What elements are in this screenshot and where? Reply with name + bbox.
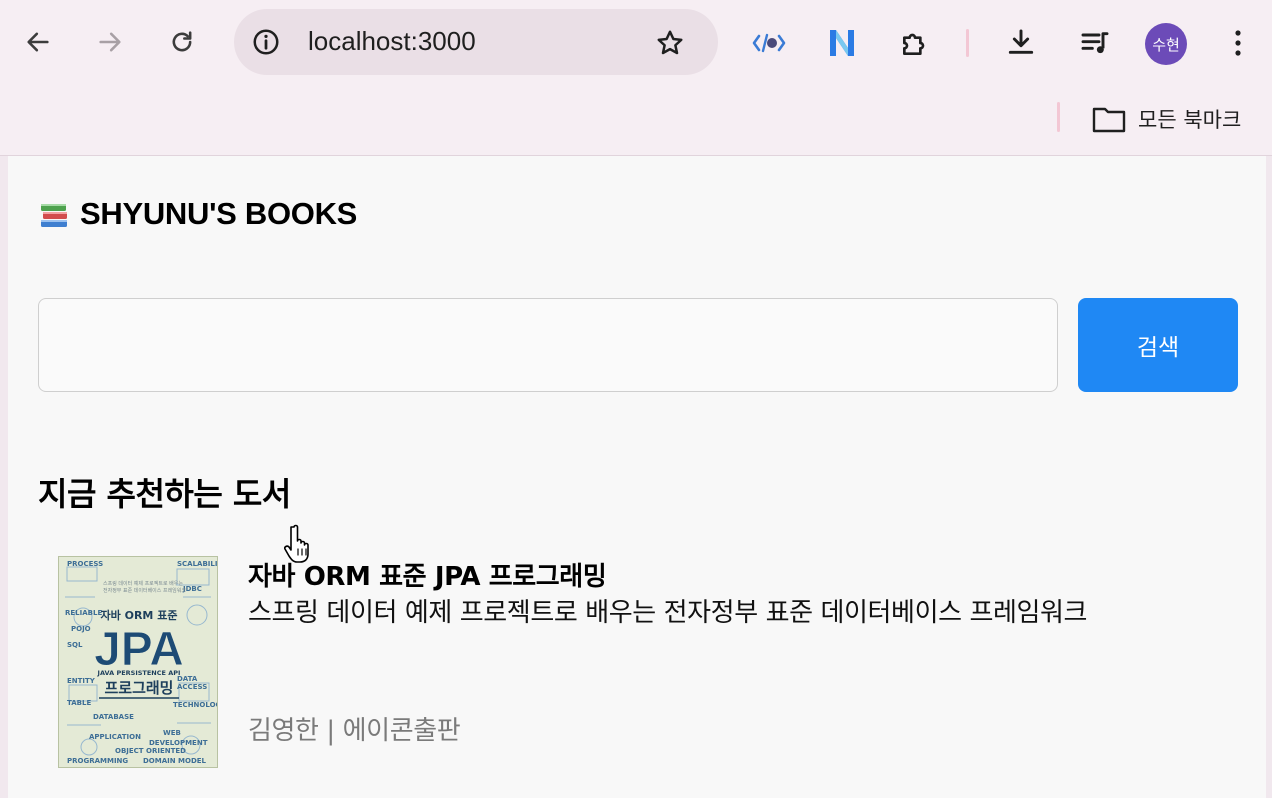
- svg-text:DOMAIN MODEL: DOMAIN MODEL: [143, 757, 207, 765]
- toolbar-separator: [966, 29, 969, 57]
- cover-title-top: 자바 ORM 표준: [101, 608, 178, 622]
- address-bar[interactable]: localhost:3000: [234, 9, 718, 75]
- book-item[interactable]: PROCESS SCALABILITY JDBC RELIABLE POJO S…: [58, 556, 1158, 770]
- svg-text:DATABASE: DATABASE: [93, 713, 134, 721]
- svg-text:OBJECT ORIENTED: OBJECT ORIENTED: [115, 747, 186, 755]
- svg-text:RELIABLE: RELIABLE: [65, 609, 102, 617]
- book-meta: 김영한 | 에이콘출판: [248, 710, 461, 747]
- forward-button[interactable]: [90, 22, 130, 62]
- brand-title: SHYUNU'S BOOKS: [80, 196, 358, 231]
- tune-icon: [253, 29, 279, 55]
- book-cover-art: PROCESS SCALABILITY JDBC RELIABLE POJO S…: [59, 557, 218, 767]
- book-cover[interactable]: PROCESS SCALABILITY JDBC RELIABLE POJO S…: [58, 556, 218, 768]
- svg-text:POJO: POJO: [71, 625, 91, 633]
- svg-text:ENTITY: ENTITY: [67, 677, 96, 685]
- reload-button[interactable]: [162, 22, 202, 62]
- star-icon: [657, 30, 683, 55]
- search-input[interactable]: [38, 298, 1058, 392]
- folder-icon: [1092, 107, 1126, 133]
- page-content: SHYUNU'S BOOKS 검색 지금 추천하는 도서 PROCESS SCA…: [8, 156, 1266, 798]
- all-bookmarks-label: 모든 북마크: [1138, 108, 1242, 132]
- menu-button[interactable]: [1217, 22, 1259, 64]
- url-text[interactable]: localhost:3000: [308, 26, 476, 57]
- downloads-button[interactable]: [1000, 22, 1042, 64]
- hand-cursor-icon: [284, 524, 309, 563]
- section-title: 지금 추천하는 도서: [38, 475, 291, 513]
- cover-title-kr: 프로그래밍: [104, 679, 173, 697]
- meta-separator: |: [318, 716, 343, 746]
- svg-text:APPLICATION: APPLICATION: [89, 733, 141, 741]
- site-info-button[interactable]: [246, 22, 286, 62]
- svg-text:SCALABILITY: SCALABILITY: [177, 560, 218, 568]
- book-description: 스프링 데이터 예제 프로젝트로 배우는 전자정부 표준 데이터베이스 프레임워…: [248, 598, 1088, 628]
- svg-text:전자정부 표준 데이터베이스 프레임워크: 전자정부 표준 데이터베이스 프레임워크: [103, 587, 186, 594]
- svg-text:스프링 데이터 예제 프로젝트로 배우는: 스프링 데이터 예제 프로젝트로 배우는: [103, 580, 183, 587]
- book-author: 김영한: [248, 716, 319, 746]
- reload-icon: [172, 31, 192, 52]
- n-extension-button[interactable]: [821, 22, 863, 64]
- books-icon: [41, 204, 67, 227]
- playlist-icon: [1081, 32, 1109, 54]
- profile-avatar[interactable]: 수현: [1145, 23, 1187, 65]
- back-button[interactable]: [18, 22, 58, 62]
- book-publisher: 에이콘출판: [342, 716, 461, 746]
- puzzle-icon: [903, 33, 925, 55]
- bookmarks-separator: [1057, 102, 1060, 132]
- svg-text:TECHNOLOGY: TECHNOLOGY: [173, 701, 218, 709]
- svg-text:PROCESS: PROCESS: [67, 560, 103, 568]
- search-button[interactable]: 검색: [1078, 298, 1238, 392]
- svg-text:SQL: SQL: [67, 641, 83, 649]
- svg-text:PROGRAMMING: PROGRAMMING: [67, 757, 128, 765]
- svg-text:ACCESS: ACCESS: [177, 683, 207, 691]
- cover-subtitle: JAVA PERSISTENCE API: [97, 669, 181, 677]
- arrow-right-icon: [99, 32, 121, 52]
- n-extension-icon: [830, 30, 854, 56]
- svg-text:DEVELOPMENT: DEVELOPMENT: [149, 739, 208, 747]
- brand-header: SHYUNU'S BOOKS: [38, 196, 357, 232]
- kebab-menu-icon: [1235, 30, 1241, 56]
- media-control-button[interactable]: [1074, 22, 1116, 64]
- svg-text:WEB: WEB: [163, 729, 181, 737]
- arrow-left-icon: [27, 32, 49, 52]
- browser-toolbar: localhost:3000 수현: [0, 0, 1272, 86]
- extensions-button[interactable]: [894, 22, 936, 64]
- svg-text:TABLE: TABLE: [67, 699, 91, 707]
- all-bookmarks-button[interactable]: 모든 북마크: [1092, 102, 1241, 136]
- bookmarks-bar: 모든 북마크: [0, 86, 1272, 156]
- code-extension-button[interactable]: [748, 22, 790, 64]
- code-extension-icon: [752, 33, 786, 53]
- download-icon: [1008, 29, 1034, 54]
- bookmark-star-button[interactable]: [650, 23, 690, 63]
